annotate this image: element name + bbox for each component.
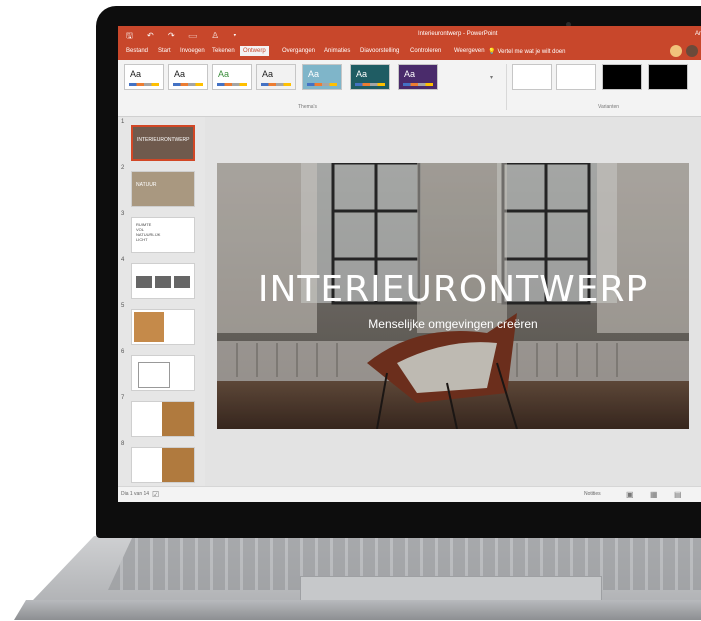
- thumbnail-block: [174, 276, 190, 288]
- variant-thumbnail[interactable]: [602, 64, 642, 90]
- slide-thumbnail-title: RUIMTE VOL NATUURLIJK LICHT: [136, 222, 161, 242]
- tab-animaties[interactable]: Animaties: [324, 48, 350, 54]
- laptop-base-edge: [14, 600, 701, 620]
- powerpoint-window: 🖫 ↶ ↷ ▭ ♙ ▾ Interieurontwerp - PowerPoin…: [118, 26, 701, 502]
- current-slide[interactable]: INTERIEURONTWERP Menselijke omgevingen c…: [217, 163, 689, 429]
- theme-thumbnail[interactable]: Aa: [350, 64, 390, 90]
- theme-color-bar: [307, 83, 337, 86]
- slide-thumbnail[interactable]: NATUUR: [131, 171, 195, 207]
- theme-thumbnail[interactable]: Aa: [212, 64, 252, 90]
- tab-weergeven[interactable]: Weergeven: [454, 48, 485, 54]
- slide-number: 7: [121, 395, 125, 401]
- slide-thumbnail[interactable]: [131, 401, 195, 437]
- tell-me-text: Vertel me wat je wilt doen: [497, 49, 566, 55]
- slide-thumbnail[interactable]: [131, 309, 195, 345]
- slide-thumbnail[interactable]: RUIMTE VOL NATUURLIJK LICHT: [131, 217, 195, 253]
- avatar[interactable]: [670, 45, 682, 57]
- chevron-down-icon[interactable]: ▾: [490, 74, 493, 81]
- theme-color-bar: [355, 83, 385, 86]
- slide-thumbnail[interactable]: INTERIEURONTWERP: [131, 125, 195, 161]
- slide-thumbnail-title: NATUUR: [136, 182, 157, 188]
- avatar[interactable]: [686, 45, 698, 57]
- slide-editor: INTERIEURONTWERP Menselijke omgevingen c…: [205, 117, 701, 486]
- slide-thumbnail-panel: 1 INTERIEURONTWERP 2 NATUUR 3 RUIMTE VOL…: [118, 117, 204, 486]
- slide-thumbnail[interactable]: [131, 447, 195, 483]
- theme-thumbnail[interactable]: Aa: [398, 64, 438, 90]
- spellcheck-icon[interactable]: ☑: [152, 490, 159, 499]
- theme-label: Aa: [262, 69, 274, 79]
- theme-color-bar: [261, 83, 291, 86]
- thumbnail-block: [155, 276, 171, 288]
- tab-overgangen[interactable]: Overgangen: [282, 48, 315, 54]
- theme-label: Aa: [174, 69, 186, 79]
- theme-thumbnail[interactable]: Aa: [302, 64, 342, 90]
- theme-label: Aa: [356, 69, 368, 79]
- slide-thumbnail[interactable]: [131, 263, 195, 299]
- thumbnail-block: [162, 402, 194, 436]
- theme-label: Aa: [130, 69, 142, 79]
- quick-access-toolbar[interactable]: 🖫 ↶ ↷ ▭ ♙ ▾: [126, 30, 242, 44]
- slide-number: 4: [121, 257, 125, 263]
- slide-title[interactable]: INTERIEURONTWERP: [217, 269, 689, 310]
- group-label-variants: Varianten: [598, 104, 620, 110]
- touchpad: [300, 576, 602, 603]
- title-bar: 🖫 ↶ ↷ ▭ ♙ ▾ Interieurontwerp - PowerPoin…: [118, 26, 701, 44]
- theme-thumbnail[interactable]: Aa: [168, 64, 208, 90]
- status-bar: Dia 1 van 14 ☑ Notities ▣ ▦ ▤: [118, 486, 701, 502]
- slide-subtitle[interactable]: Menselijke omgevingen creëren: [217, 317, 689, 331]
- slide-thumbnail[interactable]: [131, 355, 195, 391]
- tab-invoegen[interactable]: Invoegen: [180, 48, 205, 54]
- slide-number: 1: [121, 119, 125, 125]
- window-title: Interieurontwerp - PowerPoint: [418, 31, 498, 37]
- slide-sorter-icon[interactable]: ▦: [650, 490, 658, 499]
- theme-color-bar: [129, 83, 159, 86]
- tell-me-search[interactable]: 💡 Vertel me wat je wilt doen: [488, 48, 566, 55]
- slide-number: 6: [121, 349, 125, 355]
- tab-ontwerp[interactable]: Ontwerp: [240, 46, 269, 56]
- thumbnail-block: [136, 276, 152, 288]
- tab-diavoorstelling[interactable]: Diavoorstelling: [360, 48, 399, 54]
- thumbnail-block: [162, 448, 194, 482]
- theme-thumbnail[interactable]: Aa: [256, 64, 296, 90]
- notes-button[interactable]: Notities: [584, 491, 601, 497]
- ribbon-design: Aa Aa Aa Aa Aa Aa Aa ▾ Thema's Varianten: [118, 60, 701, 117]
- variant-thumbnail[interactable]: [648, 64, 688, 90]
- thumbnail-floorplan: [138, 362, 170, 388]
- ribbon-divider: [506, 64, 507, 110]
- slide-number: 2: [121, 165, 125, 171]
- thumbnail-image: [134, 312, 164, 342]
- slide-thumbnail-title: INTERIEURONTWERP: [137, 137, 190, 143]
- lightbulb-icon: 💡: [488, 49, 496, 55]
- theme-label: Aa: [404, 69, 416, 79]
- theme-label: Aa: [308, 69, 320, 79]
- ribbon-tabs: Bestand Start Invoegen Tekenen Ontwerp O…: [118, 44, 701, 60]
- slide-number: 5: [121, 303, 125, 309]
- theme-color-bar: [217, 83, 247, 86]
- variant-thumbnail[interactable]: [512, 64, 552, 90]
- normal-view-icon[interactable]: ▣: [626, 490, 634, 499]
- theme-thumbnail[interactable]: Aa: [124, 64, 164, 90]
- tab-controleren[interactable]: Controleren: [410, 48, 441, 54]
- tab-bestand[interactable]: Bestand: [126, 48, 148, 54]
- group-label-themes: Thema's: [298, 104, 318, 110]
- tab-start[interactable]: Start: [158, 48, 171, 54]
- theme-color-bar: [173, 83, 203, 86]
- slide-number: 8: [121, 441, 125, 447]
- slide-number: 3: [121, 211, 125, 217]
- theme-color-bar: [403, 83, 433, 86]
- account-name[interactable]: Ar: [695, 31, 701, 37]
- tab-tekenen[interactable]: Tekenen: [212, 48, 235, 54]
- variant-thumbnail[interactable]: [556, 64, 596, 90]
- slide-counter: Dia 1 van 14: [121, 491, 150, 497]
- reading-view-icon[interactable]: ▤: [674, 490, 682, 499]
- theme-label: Aa: [218, 69, 230, 79]
